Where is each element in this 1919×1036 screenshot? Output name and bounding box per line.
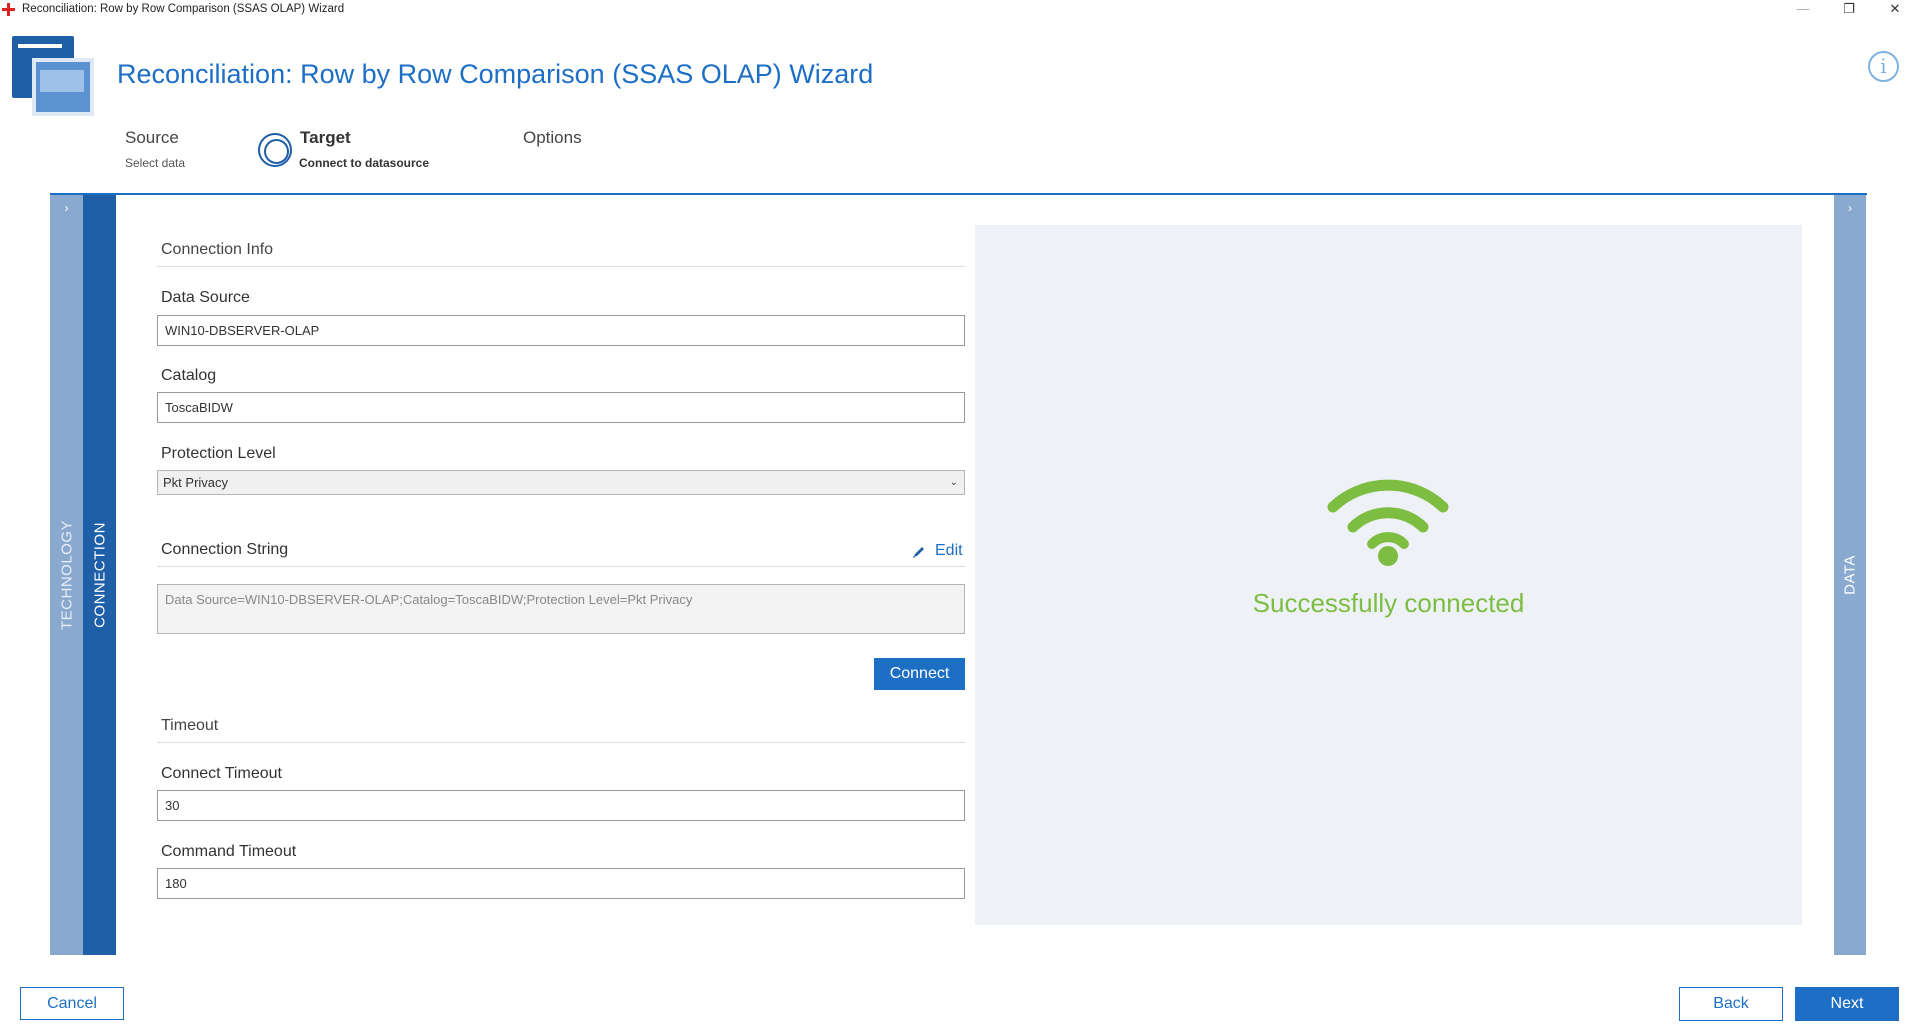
data-source-label: Data Source bbox=[161, 289, 250, 306]
tab-connection-label: CONNECTION bbox=[91, 522, 108, 628]
protection-level-select[interactable]: Pkt Privacy ⌄ bbox=[157, 470, 965, 495]
page-title: Reconciliation: Row by Row Comparison (S… bbox=[117, 59, 874, 89]
close-button[interactable]: ✕ bbox=[1872, 0, 1918, 20]
wizard-logo-icon bbox=[12, 36, 96, 118]
connection-info-heading: Connection Info bbox=[161, 241, 274, 258]
section-divider bbox=[157, 266, 965, 267]
catalog-label: Catalog bbox=[161, 367, 217, 384]
expand-arrow-icon[interactable]: › bbox=[1834, 201, 1866, 215]
chevron-down-icon: ⌄ bbox=[949, 477, 958, 488]
command-timeout-label: Command Timeout bbox=[161, 843, 297, 860]
tab-technology[interactable]: › TECHNOLOGY bbox=[50, 195, 83, 955]
step-source-title[interactable]: Source bbox=[125, 128, 179, 148]
connection-status-panel bbox=[975, 225, 1802, 925]
edit-connection-string-link[interactable]: Edit bbox=[935, 542, 963, 560]
timeout-heading: Timeout bbox=[161, 717, 219, 734]
logo-front-window bbox=[32, 58, 94, 116]
tab-connection[interactable]: CONNECTION bbox=[83, 195, 116, 955]
window-title: Reconciliation: Row by Row Comparison (S… bbox=[22, 3, 345, 15]
tab-data[interactable]: › DATA bbox=[1834, 195, 1866, 955]
connection-string-field[interactable]: Data Source=WIN10-DBSERVER-OLAP;Catalog=… bbox=[157, 584, 965, 634]
protection-level-value: Pkt Privacy bbox=[163, 475, 229, 490]
tab-technology-label: TECHNOLOGY bbox=[58, 519, 75, 631]
step-options-title[interactable]: Options bbox=[523, 128, 582, 148]
step-target-title[interactable]: Target bbox=[300, 128, 351, 148]
expand-arrow-icon[interactable]: › bbox=[50, 201, 83, 215]
protection-level-label: Protection Level bbox=[161, 445, 276, 462]
cancel-button[interactable]: Cancel bbox=[20, 987, 124, 1020]
connect-button[interactable]: Connect bbox=[874, 658, 965, 690]
wizard-divider bbox=[50, 193, 1867, 195]
data-source-input[interactable]: WIN10-DBSERVER-OLAP bbox=[157, 315, 965, 346]
active-step-indicator-icon bbox=[258, 133, 292, 167]
connect-timeout-label: Connect Timeout bbox=[161, 765, 282, 782]
step-source-subtitle: Select data bbox=[125, 156, 186, 170]
info-icon[interactable]: i bbox=[1868, 51, 1899, 82]
section-divider bbox=[157, 566, 965, 567]
step-target-subtitle: Connect to datasource bbox=[299, 156, 430, 170]
restore-button[interactable]: ❐ bbox=[1826, 0, 1872, 20]
next-button[interactable]: Next bbox=[1795, 987, 1899, 1021]
connection-status-message: Successfully connected bbox=[1252, 588, 1525, 618]
tab-data-label: DATA bbox=[1841, 555, 1859, 595]
section-divider bbox=[157, 742, 965, 743]
app-icon bbox=[2, 3, 15, 16]
connection-string-label: Connection String bbox=[161, 541, 289, 558]
wifi-icon bbox=[1327, 479, 1449, 566]
connect-timeout-input[interactable]: 30 bbox=[157, 790, 965, 821]
back-button[interactable]: Back bbox=[1679, 987, 1783, 1021]
window-titlebar: Reconciliation: Row by Row Comparison (S… bbox=[0, 0, 1919, 20]
catalog-input[interactable]: ToscaBIDW bbox=[157, 392, 965, 423]
command-timeout-input[interactable]: 180 bbox=[157, 868, 965, 899]
pencil-icon[interactable] bbox=[912, 545, 928, 559]
minimize-button[interactable]: — bbox=[1780, 0, 1826, 20]
